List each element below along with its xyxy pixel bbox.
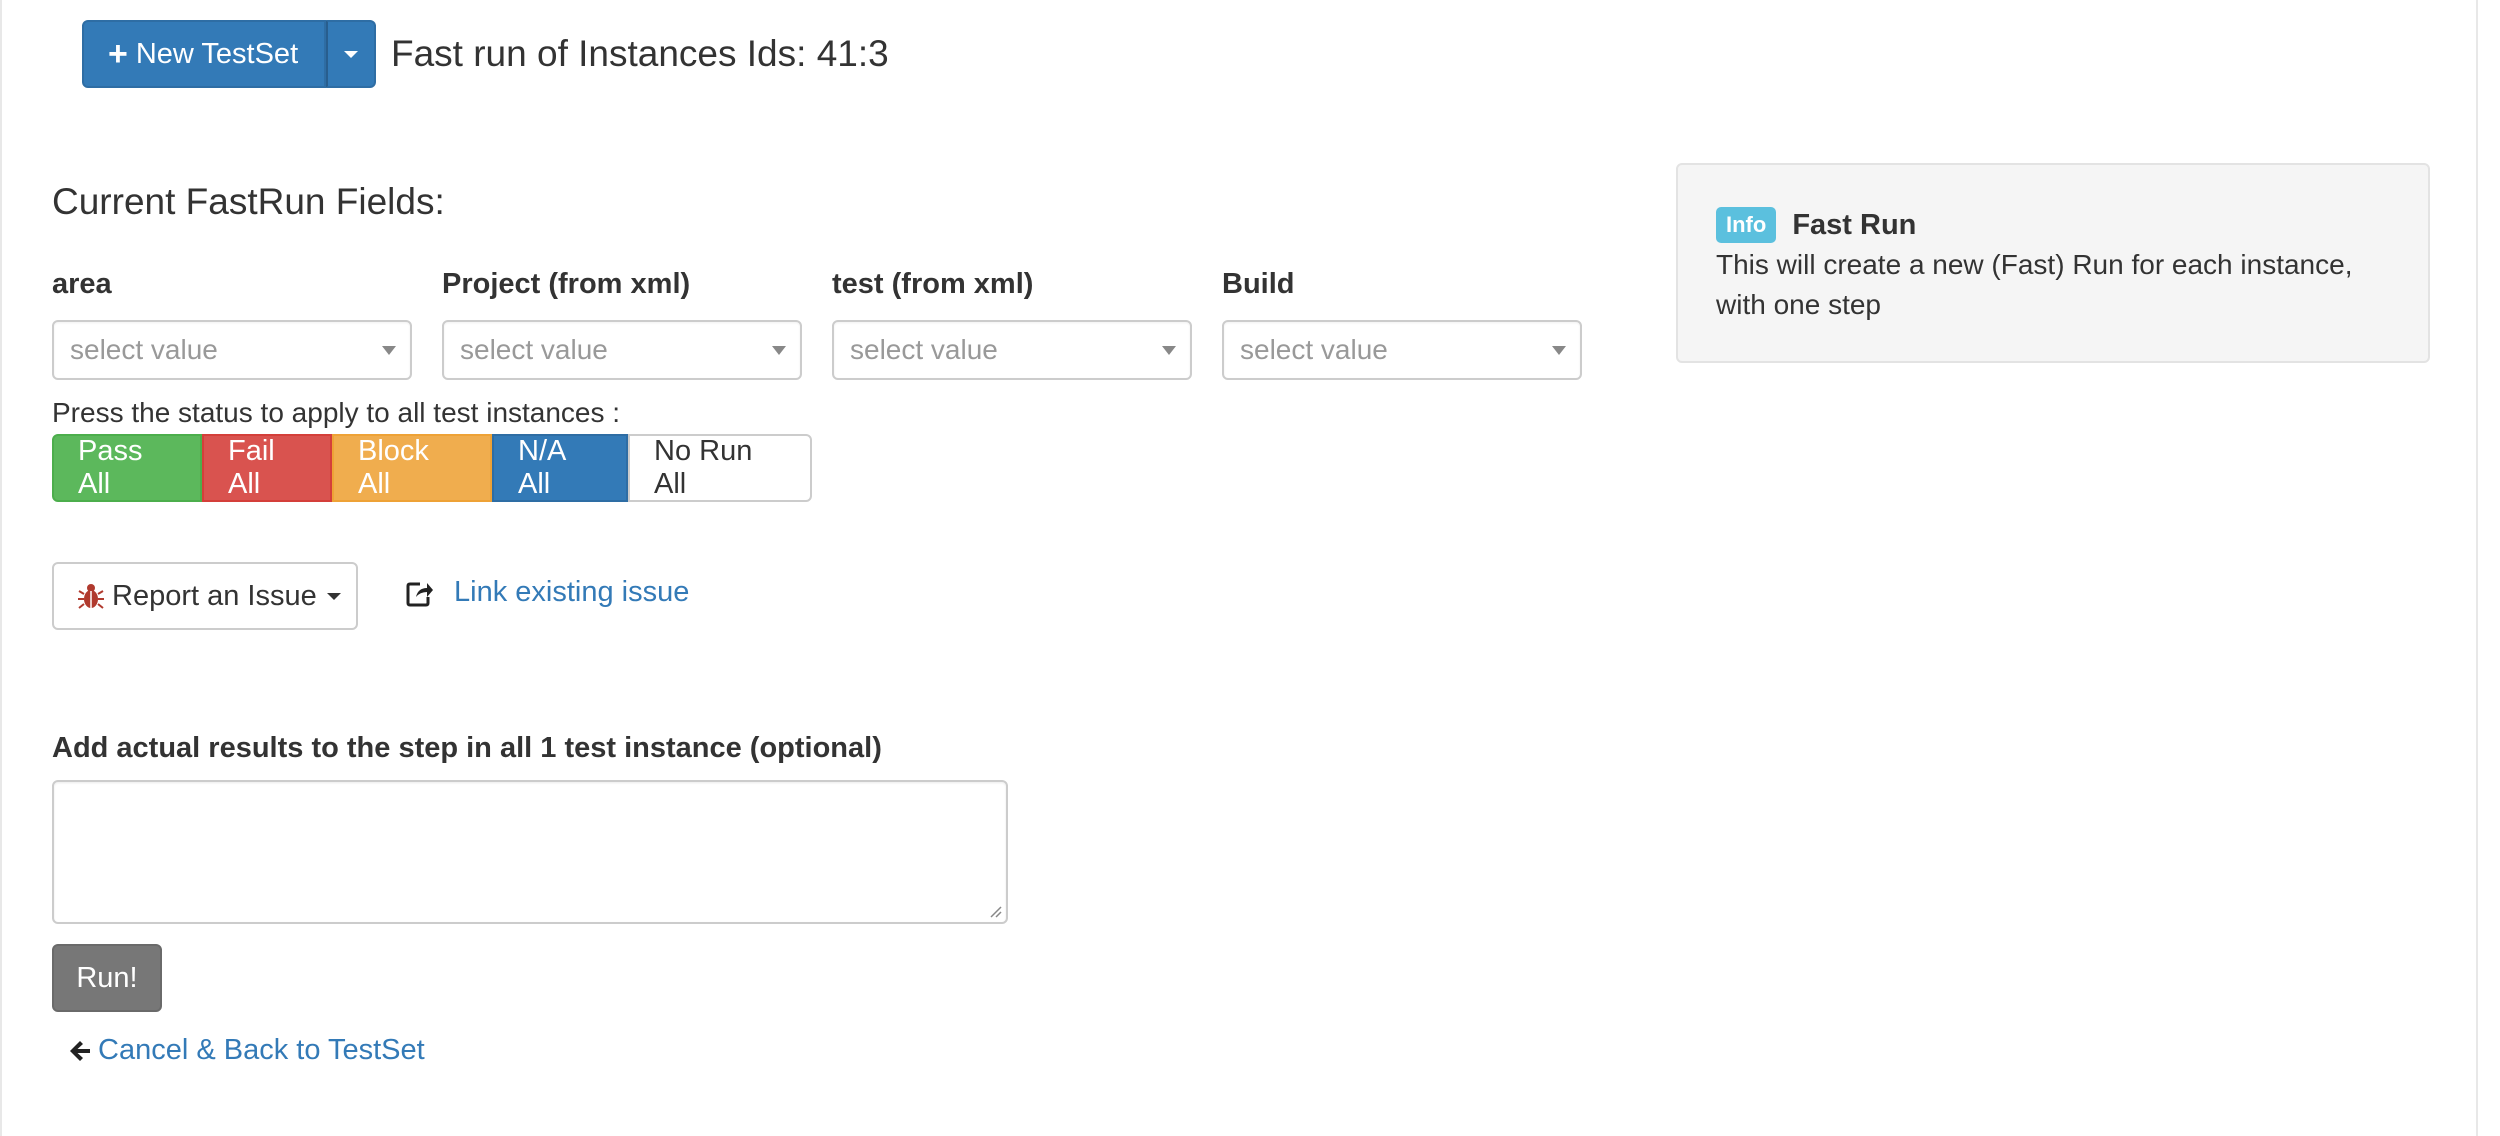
info-text-line: This will create a new (Fast) Run for ea… (1716, 249, 2353, 280)
no-run-all-button[interactable]: No Run All (628, 434, 812, 502)
results-label: Add actual results to the step in all 1 … (52, 732, 882, 764)
chevron-down-icon (1162, 346, 1176, 355)
info-text-line: with one step (1716, 289, 1881, 320)
test-select[interactable]: select value (832, 320, 1192, 380)
link-existing-issue-link[interactable]: Link existing issue (406, 576, 689, 609)
select-placeholder: select value (850, 334, 998, 365)
new-testset-button[interactable]: + New TestSet (82, 20, 327, 88)
info-text: This will create a new (Fast) Run for ea… (1716, 245, 2390, 325)
block-all-button[interactable]: Block All (332, 434, 492, 502)
na-all-button[interactable]: N/A All (492, 434, 628, 502)
info-badge: Info (1716, 207, 1777, 243)
area-select[interactable]: select value (52, 320, 412, 380)
new-testset-dropdown-toggle[interactable] (326, 20, 377, 88)
chevron-down-icon (326, 592, 341, 600)
run-button[interactable]: Run! (52, 944, 162, 1012)
report-issue-label: Report an Issue (112, 579, 317, 612)
fail-all-button[interactable]: Fail All (202, 434, 332, 502)
fastrun-page: + New TestSet Fast run of Instances Ids:… (0, 0, 2500, 1136)
field-project: Project (from xml) select value (442, 266, 802, 380)
right-border (2476, 0, 2478, 1136)
select-placeholder: select value (70, 334, 218, 365)
bug-icon (78, 584, 104, 609)
share-icon (406, 582, 433, 606)
cancel-back-link[interactable]: Cancel & Back to TestSet (68, 1034, 425, 1067)
field-build: Build select value (1222, 266, 1582, 380)
left-border (0, 0, 2, 1136)
field-test: test (from xml) select value (832, 266, 1192, 380)
arrow-left-icon (70, 1040, 90, 1061)
project-select[interactable]: select value (442, 320, 802, 380)
field-label: test (from xml) (832, 268, 1034, 300)
chevron-down-icon (382, 346, 396, 355)
resize-grip-icon[interactable] (988, 904, 1002, 918)
pass-all-button[interactable]: Pass All (52, 434, 202, 502)
link-existing-issue-label: Link existing issue (454, 576, 690, 608)
plus-icon: + (108, 35, 128, 73)
field-label: Build (1222, 268, 1295, 300)
select-placeholder: select value (460, 334, 608, 365)
info-title: Fast Run (1792, 208, 1917, 241)
fields-section-title: Current FastRun Fields: (52, 181, 445, 222)
new-testset-button-group: + New TestSet (82, 20, 377, 88)
chevron-down-icon (772, 346, 786, 355)
select-placeholder: select value (1240, 334, 1388, 365)
fast-run-info-box: Info Fast Run This will create a new (Fa… (1676, 163, 2430, 363)
cancel-back-label: Cancel & Back to TestSet (98, 1034, 425, 1066)
actual-results-textarea[interactable] (52, 780, 1008, 924)
new-testset-label: New TestSet (135, 37, 299, 70)
chevron-down-icon (344, 50, 359, 58)
build-select[interactable]: select value (1222, 320, 1582, 380)
field-label: Project (from xml) (442, 268, 691, 300)
report-issue-button[interactable]: Report an Issue (52, 562, 358, 630)
field-label: area (52, 268, 112, 300)
field-area: area select value (52, 266, 412, 380)
chevron-down-icon (1552, 346, 1566, 355)
status-prompt: Press the status to apply to all test in… (52, 397, 621, 428)
page-title: Fast run of Instances Ids: 41:3 (391, 33, 889, 74)
status-button-group: Pass All Fail All Block All N/A All No R… (52, 434, 812, 502)
info-header: Info Fast Run (1716, 207, 2390, 243)
